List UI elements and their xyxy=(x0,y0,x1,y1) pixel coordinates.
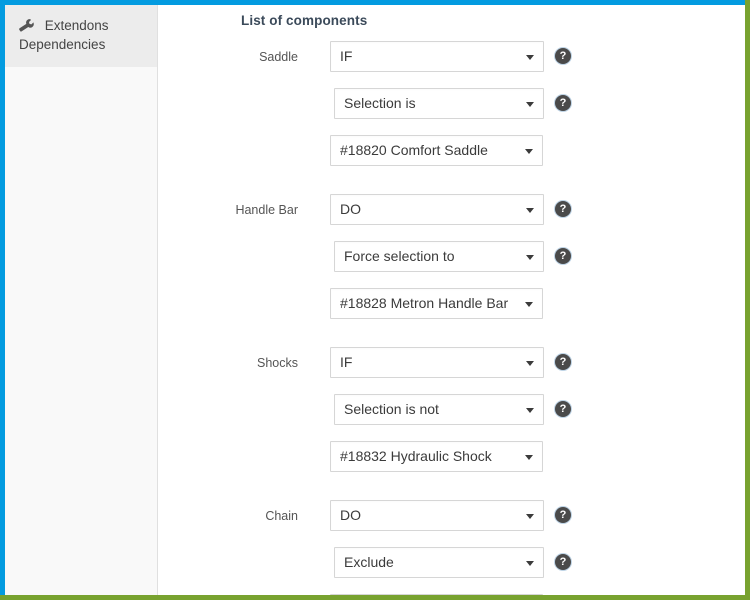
component-group: Handle Bar DO ? Force selection to ? #18… xyxy=(159,194,745,335)
chevron-down-icon xyxy=(526,407,534,413)
field-row: #18832 Hydraulic Shock xyxy=(159,441,745,488)
condition-select-value: Force selection to xyxy=(344,248,455,264)
field-row: #18828 Metron Handle Bar xyxy=(159,288,745,335)
component-group: Chain DO ? Exclude ? xyxy=(159,500,745,595)
chevron-down-icon xyxy=(526,560,534,566)
chevron-down-icon xyxy=(525,301,533,307)
field-row: IF ? xyxy=(159,347,745,394)
help-icon[interactable]: ? xyxy=(555,354,571,370)
action-select[interactable]: DO xyxy=(330,500,544,531)
help-icon[interactable]: ? xyxy=(555,401,571,417)
field-row: Exclude ? xyxy=(159,547,745,594)
application-window: Extendons Dependencies List of component… xyxy=(0,0,750,600)
window-border-top xyxy=(0,0,750,5)
condition-select-value: Exclude xyxy=(344,554,394,570)
action-select-value: IF xyxy=(340,354,353,370)
target-product-select[interactable]: #18832 Hydraulic Shock xyxy=(330,441,543,472)
window-border-bottom xyxy=(0,595,750,600)
action-select-value: IF xyxy=(340,48,353,64)
condition-select-value: Selection is not xyxy=(344,401,439,417)
field-row: DO ? xyxy=(159,194,745,241)
condition-select[interactable]: Selection is xyxy=(334,88,544,119)
main-content: List of components Saddle IF ? Selection… xyxy=(159,5,745,595)
chevron-down-icon xyxy=(526,254,534,260)
help-icon[interactable]: ? xyxy=(555,95,571,111)
chevron-down-icon xyxy=(526,54,534,60)
component-dependency-list: Saddle IF ? Selection is ? #18820 Comfor… xyxy=(159,41,745,595)
chevron-down-icon xyxy=(525,148,533,154)
chevron-down-icon xyxy=(525,454,533,460)
action-select[interactable]: IF xyxy=(330,347,544,378)
component-group: Saddle IF ? Selection is ? #18820 Comfor… xyxy=(159,41,745,182)
field-row: Selection is not ? xyxy=(159,394,745,441)
action-select-value: DO xyxy=(340,507,361,523)
component-group: Shocks IF ? Selection is not ? #18832 Hy… xyxy=(159,347,745,488)
sidebar: Extendons Dependencies xyxy=(5,5,158,595)
action-select-value: DO xyxy=(340,201,361,217)
condition-select[interactable]: Force selection to xyxy=(334,241,544,272)
help-icon[interactable]: ? xyxy=(555,507,571,523)
help-icon[interactable]: ? xyxy=(555,554,571,570)
chevron-down-icon xyxy=(526,360,534,366)
field-row: Force selection to ? xyxy=(159,241,745,288)
action-select[interactable]: IF xyxy=(330,41,544,72)
help-icon[interactable]: ? xyxy=(555,48,571,64)
field-row: IF ? xyxy=(159,41,745,88)
field-row: #18820 Comfort Saddle xyxy=(159,135,745,182)
chevron-down-icon xyxy=(526,513,534,519)
chevron-down-icon xyxy=(526,101,534,107)
help-icon[interactable]: ? xyxy=(555,201,571,217)
chevron-down-icon xyxy=(526,207,534,213)
wrench-icon xyxy=(19,19,35,32)
action-select[interactable]: DO xyxy=(330,194,544,225)
page-title: List of components xyxy=(241,13,368,28)
target-product-select-value: #18832 Hydraulic Shock xyxy=(340,448,492,464)
field-row: DO ? xyxy=(159,500,745,547)
help-icon[interactable]: ? xyxy=(555,248,571,264)
target-product-select-value: #18820 Comfort Saddle xyxy=(340,142,488,158)
target-product-select-value: #18828 Metron Handle Bar xyxy=(340,295,509,311)
field-row: Selection is ? xyxy=(159,88,745,135)
window-border-left xyxy=(0,0,5,600)
sidebar-item-extendons-dependencies[interactable]: Extendons Dependencies xyxy=(5,5,157,67)
condition-select-value: Selection is xyxy=(344,95,416,111)
window-border-right xyxy=(745,0,750,600)
target-product-select[interactable]: #18820 Comfort Saddle xyxy=(330,135,543,166)
condition-select[interactable]: Selection is not xyxy=(334,394,544,425)
condition-select[interactable]: Exclude xyxy=(334,547,544,578)
target-product-select[interactable]: #18828 Metron Handle Bar xyxy=(330,288,543,319)
